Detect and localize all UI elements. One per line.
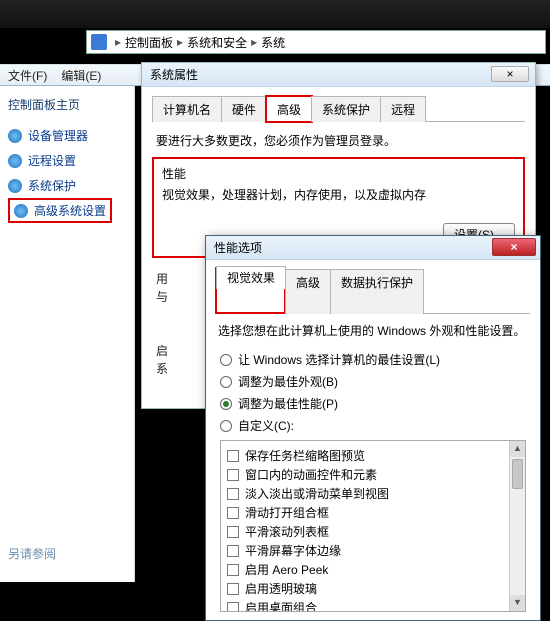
scroll-down-icon[interactable]: ▼ [510, 595, 525, 611]
radio-best-performance[interactable]: 调整为最佳性能(P) [220, 395, 526, 412]
check-label: 平滑屏幕字体边缘 [245, 542, 341, 559]
close-button[interactable]: × [492, 238, 536, 256]
checkbox-icon[interactable] [227, 469, 239, 481]
check-label: 启用 Aero Peek [245, 561, 328, 578]
dialog-title: 性能选项 [214, 239, 262, 256]
dialog-titlebar[interactable]: 性能选项 × [206, 236, 540, 260]
tab-dep[interactable]: 数据执行保护 [330, 269, 424, 314]
sidebar-item-remote-settings[interactable]: 远程设置 [8, 148, 126, 173]
check-label: 保存任务栏缩略图预览 [245, 447, 365, 464]
shield-icon [8, 154, 22, 168]
sidebar-item-system-protection[interactable]: 系统保护 [8, 173, 126, 198]
tab-advanced[interactable]: 高级 [285, 269, 331, 314]
sidebar-item-advanced-system-settings[interactable]: 高级系统设置 [8, 198, 112, 223]
tab-advanced[interactable]: 高级 [266, 96, 312, 122]
checkbox-icon[interactable] [227, 583, 239, 595]
control-panel-icon [91, 34, 107, 50]
check-item[interactable]: 启用透明玻璃 [227, 580, 519, 597]
radio-custom[interactable]: 自定义(C): [220, 417, 526, 434]
tabs-row: 视觉效果 高级 数据执行保护 [216, 268, 530, 314]
check-item[interactable]: 平滑滚动列表框 [227, 523, 519, 540]
desktop-top-strip [0, 0, 550, 28]
sidebar-item-label: 远程设置 [28, 152, 76, 169]
checkbox-icon[interactable] [227, 507, 239, 519]
check-label: 窗口内的动画控件和元素 [245, 466, 377, 483]
chevron-right-icon[interactable]: ▸ [247, 35, 261, 49]
checkbox-icon[interactable] [227, 545, 239, 557]
shield-icon [8, 179, 22, 193]
see-also-heading: 另请参阅 [8, 545, 56, 562]
scrollbar[interactable]: ▲ ▼ [509, 441, 525, 611]
radio-icon [220, 354, 232, 366]
close-icon: × [506, 67, 513, 81]
tab-remote[interactable]: 远程 [380, 96, 426, 122]
breadcrumb[interactable]: ▸ 控制面板 ▸ 系统和安全 ▸ 系统 [86, 30, 546, 54]
radio-label: 调整为最佳外观(B) [238, 373, 338, 390]
chevron-right-icon[interactable]: ▸ [111, 35, 125, 49]
radio-best-appearance[interactable]: 调整为最佳外观(B) [220, 373, 526, 390]
admin-instruction: 要进行大多数更改，您必须作为管理员登录。 [156, 132, 521, 149]
radio-let-windows-choose[interactable]: 让 Windows 选择计算机的最佳设置(L) [220, 351, 526, 368]
check-label: 滑动打开组合框 [245, 504, 329, 521]
tabs-row: 计算机名 硬件 高级 系统保护 远程 [152, 95, 525, 122]
performance-title: 性能 [162, 165, 515, 182]
tab-system-protection[interactable]: 系统保护 [311, 96, 381, 122]
performance-description: 视觉效果，处理器计划，内存使用，以及虚拟内存 [162, 186, 515, 203]
check-item[interactable]: 保存任务栏缩略图预览 [227, 447, 519, 464]
breadcrumb-item[interactable]: 系统 [261, 34, 285, 51]
check-item[interactable]: 滑动打开组合框 [227, 504, 519, 521]
breadcrumb-item[interactable]: 系统和安全 [187, 34, 247, 51]
check-item[interactable]: 启用桌面组合 [227, 599, 519, 612]
visual-effects-instruction: 选择您想在此计算机上使用的 Windows 外观和性能设置。 [218, 322, 528, 339]
check-label: 启用桌面组合 [245, 599, 317, 612]
checkbox-icon[interactable] [227, 526, 239, 538]
radio-icon [220, 376, 232, 388]
left-navigation: 控制面板主页 设备管理器 远程设置 系统保护 高级系统设置 另请参阅 [0, 86, 135, 582]
radio-label: 自定义(C): [238, 417, 294, 434]
menu-file[interactable]: 文件(F) [8, 67, 47, 84]
tab-visual-effects[interactable]: 视觉效果 [216, 266, 286, 289]
sidebar-item-label: 高级系统设置 [34, 202, 106, 219]
sidebar-item-label: 设备管理器 [28, 127, 88, 144]
shield-icon [8, 129, 22, 143]
visual-effects-list[interactable]: 保存任务栏缩略图预览窗口内的动画控件和元素淡入淡出或滑动菜单到视图滑动打开组合框… [220, 440, 526, 612]
checkbox-icon[interactable] [227, 488, 239, 500]
check-item[interactable]: 淡入淡出或滑动菜单到视图 [227, 485, 519, 502]
breadcrumb-item[interactable]: 控制面板 [125, 34, 173, 51]
close-button[interactable]: × [491, 66, 529, 82]
tab-hardware[interactable]: 硬件 [221, 96, 267, 122]
tab-computer-name[interactable]: 计算机名 [152, 96, 222, 122]
chevron-right-icon[interactable]: ▸ [173, 35, 187, 49]
left-heading[interactable]: 控制面板主页 [8, 96, 126, 113]
sidebar-item-label: 系统保护 [28, 177, 76, 194]
scroll-up-icon[interactable]: ▲ [510, 441, 525, 457]
checkbox-icon[interactable] [227, 564, 239, 576]
dialog-title: 系统属性 [150, 66, 198, 83]
check-item[interactable]: 窗口内的动画控件和元素 [227, 466, 519, 483]
radio-icon [220, 420, 232, 432]
checkbox-icon[interactable] [227, 450, 239, 462]
check-label: 淡入淡出或滑动菜单到视图 [245, 485, 389, 502]
radio-icon [220, 398, 232, 410]
check-item[interactable]: 平滑屏幕字体边缘 [227, 542, 519, 559]
scrollbar-thumb[interactable] [512, 459, 523, 489]
check-label: 平滑滚动列表框 [245, 523, 329, 540]
shield-icon [14, 204, 28, 218]
radio-label: 调整为最佳性能(P) [238, 395, 338, 412]
checkbox-icon[interactable] [227, 602, 239, 613]
close-icon: × [510, 240, 517, 254]
check-item[interactable]: 启用 Aero Peek [227, 561, 519, 578]
dialog-titlebar[interactable]: 系统属性 × [142, 63, 535, 87]
menu-edit[interactable]: 编辑(E) [61, 67, 101, 84]
radio-label: 让 Windows 选择计算机的最佳设置(L) [238, 351, 440, 368]
check-label: 启用透明玻璃 [245, 580, 317, 597]
performance-options-dialog: 性能选项 × 视觉效果 高级 数据执行保护 选择您想在此计算机上使用的 Wind… [205, 235, 541, 621]
sidebar-item-device-manager[interactable]: 设备管理器 [8, 123, 126, 148]
